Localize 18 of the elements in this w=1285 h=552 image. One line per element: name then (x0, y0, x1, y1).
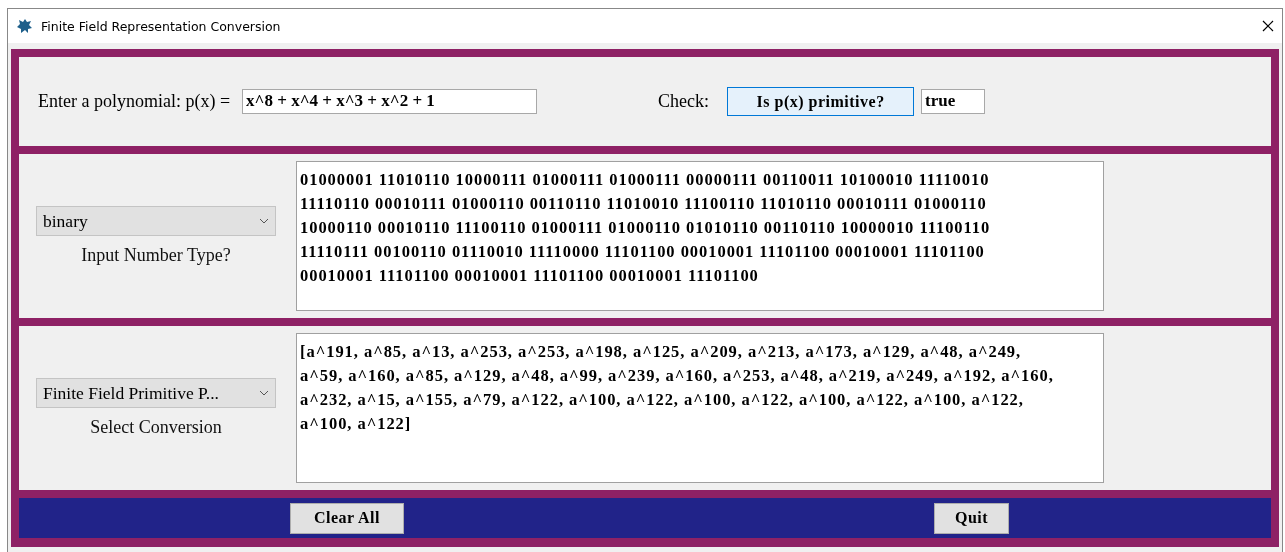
polynomial-label: Enter a polynomial: p(x) = (38, 91, 231, 112)
text-area[interactable]: 01000001 11010110 10000111 01000111 01000111 00000111 00110011 10100010 11110010 11110110 00010111 01000110 00110110 11010010 11100110 11010110 00010111 01000110 10000110 00010110 11100110 01000111 01000110 01010110 00110110 10000010 11100110 11110111 00100110 01110010 11110000 11101100 00010001 11101100 00010001 11101100 00010001 11101100 00010001 11101100 00010001 11101100 (296, 161, 1104, 311)
app-icon (16, 17, 33, 35)
chevron-icon (259, 218, 269, 224)
dropdown-caption: Select Conversion (90, 417, 222, 438)
result-field[interactable]: true (921, 89, 986, 114)
polynomial-input[interactable]: x^8 + x^4 + x^3 + x^2 + 1 (242, 89, 538, 114)
dropdown[interactable]: Finite Field Primitive P... (36, 378, 276, 408)
dropdown[interactable]: binary (36, 206, 276, 236)
chevron-icon (259, 390, 269, 396)
close-icon[interactable] (1262, 20, 1274, 32)
primitive-check-button[interactable]: Is p(x) primitive? (727, 87, 915, 116)
check-label: Check: (658, 91, 710, 112)
text-area[interactable]: [a^191, a^85, a^13, a^253, a^253, a^198, a^125, a^209, a^213, a^173, a^129, a^48, a^249, a^59, a^160, a^85, a^129, a^48, a^99, a^239, a^160, a^253, a^48, a^219, a^249, a^192, a^160, a^232, a^15, a^155, a^79, a^122, a^100, a^122, a^100, a^122, a^100, a^122, a^100, a^122, a^100, a^122] (296, 333, 1104, 483)
quit-button[interactable]: Quit (934, 502, 1009, 534)
clear-all-button[interactable]: Clear All (290, 502, 404, 534)
dropdown-caption: Input Number Type? (81, 245, 231, 266)
window-title: Finite Field Representation Conversion (41, 18, 282, 34)
